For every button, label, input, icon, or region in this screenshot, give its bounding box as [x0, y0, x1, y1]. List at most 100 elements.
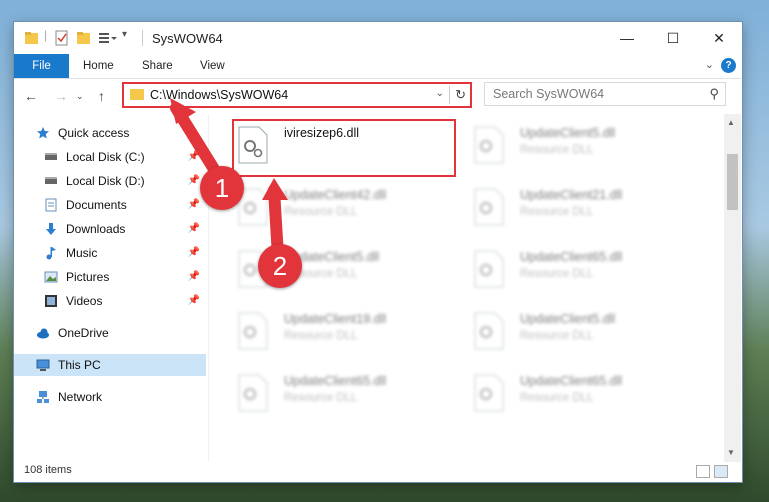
navigation-bar: ← → ⌄ ↑ C:\Windows\SysWOW64 ⌄ ↻ Search S… [14, 79, 742, 113]
file-name: UpdateClient5.dll [520, 126, 616, 140]
dll-file-icon [238, 374, 268, 412]
dll-file-icon [474, 312, 504, 350]
file-item[interactable]: UpdateClient65.dll Resource DLL [234, 370, 460, 426]
file-name: UpdateClient65.dll [520, 374, 623, 388]
pin-icon[interactable]: 📌 [188, 266, 200, 288]
forward-arrow-icon[interactable]: → [54, 88, 68, 104]
address-path[interactable]: C:\Windows\SysWOW64 [150, 88, 288, 102]
item-count: 108 items [24, 464, 72, 476]
tab-view[interactable]: View [200, 54, 225, 78]
dll-file-icon [474, 250, 504, 288]
large-icons-view-icon[interactable] [714, 465, 728, 478]
pin-icon[interactable]: 📌 [188, 194, 200, 216]
dll-file-icon [474, 374, 504, 412]
sidebar-item-local-disk-d[interactable]: Local Disk (D:) 📌 [14, 170, 206, 192]
file-name: UpdateClient5.dll [520, 312, 616, 326]
tab-file[interactable]: File [14, 54, 69, 78]
search-box[interactable]: Search SysWOW64 ⚲ [484, 82, 726, 106]
status-bar: 108 items [14, 462, 742, 482]
sidebar-item-downloads[interactable]: Downloads 📌 [14, 218, 206, 240]
pin-icon[interactable]: 📌 [188, 146, 200, 168]
ribbon: File Home Share View ⌄ ? [14, 54, 742, 79]
sidebar-item-label: This PC [58, 358, 101, 372]
file-type: Resource DLL [284, 392, 358, 404]
title-divider [142, 30, 143, 46]
file-type: Resource DLL [520, 206, 594, 218]
file-item[interactable]: UpdateClient5.dll Resource DLL [470, 308, 696, 364]
sidebar-item-videos[interactable]: Videos 📌 [14, 290, 206, 312]
address-dropdown-icon[interactable]: ⌄ [436, 88, 444, 99]
new-folder-icon[interactable] [76, 30, 92, 46]
sidebar-item-pictures[interactable]: Pictures 📌 [14, 266, 206, 288]
sidebar-item-label: Pictures [66, 270, 110, 284]
cloud-icon [37, 328, 49, 339]
documents-icon [45, 198, 57, 212]
sidebar-item-documents[interactable]: Documents 📌 [14, 194, 206, 216]
sidebar-item-this-pc[interactable]: This PC [14, 354, 206, 376]
file-type: Resource DLL [284, 206, 358, 218]
download-icon [46, 223, 56, 235]
folder-icon[interactable] [24, 30, 40, 46]
file-name: UpdateClient21.dll [520, 188, 623, 202]
file-type: Resource DLL [520, 330, 594, 342]
tab-home[interactable]: Home [83, 54, 114, 78]
help-icon[interactable]: ? [721, 58, 736, 73]
sidebar-item-local-disk-c[interactable]: Local Disk (C:) 📌 [14, 146, 206, 168]
step-badge-2: 2 [258, 244, 302, 288]
file-type: Resource DLL [520, 268, 594, 280]
search-input[interactable]: Search SysWOW64 [493, 87, 604, 101]
pin-icon[interactable]: 📌 [188, 218, 200, 240]
sidebar-item-label: Downloads [66, 222, 126, 236]
sidebar-item-music[interactable]: Music 📌 [14, 242, 206, 264]
sidebar-item-onedrive[interactable]: OneDrive [14, 322, 206, 344]
dropdown-chevron-icon[interactable]: ▾ [122, 29, 127, 45]
sidebar-item-label: Videos [66, 294, 103, 308]
sidebar-item-label: Network [58, 390, 103, 404]
file-item[interactable]: UpdateClient42.dll Resource DLL [234, 184, 460, 240]
title-bar: | ▾ SysWOW64 — ☐ ✕ [14, 22, 742, 54]
file-item[interactable]: UpdateClient21.dll Resource DLL [470, 184, 696, 240]
maximize-button[interactable]: ☐ [650, 22, 696, 54]
address-bar[interactable]: C:\Windows\SysWOW64 ⌄ ↻ [122, 82, 472, 108]
minimize-button[interactable]: — [604, 22, 650, 54]
search-icon[interactable]: ⚲ [709, 86, 719, 102]
file-item[interactable]: UpdateClient65.dll Resource DLL [470, 370, 696, 426]
file-item[interactable]: UpdateClient19.dll Resource DLL [234, 308, 460, 364]
dll-file-icon [474, 188, 504, 226]
sidebar-item-quick-access[interactable]: Quick access [14, 122, 206, 144]
address-divider [449, 86, 450, 104]
pane-divider [208, 114, 209, 462]
file-name: UpdateClient65.dll [520, 250, 623, 264]
close-button[interactable]: ✕ [696, 22, 742, 54]
recent-locations-chevron-icon[interactable]: ⌄ [76, 91, 84, 102]
file-highlight-box [232, 119, 456, 177]
file-item[interactable]: UpdateClient65.dll Resource DLL [470, 246, 696, 302]
scroll-thumb[interactable] [727, 154, 738, 210]
back-arrow-icon[interactable]: ← [24, 88, 38, 104]
tab-share[interactable]: Share [142, 54, 173, 78]
sidebar-item-network[interactable]: Network [14, 386, 206, 408]
step-badge-1: 1 [200, 166, 244, 210]
up-arrow-icon[interactable]: ↑ [98, 88, 105, 104]
close-icon: ✕ [713, 29, 725, 46]
file-name: UpdateClient65.dll [284, 374, 387, 388]
scroll-down-icon[interactable]: ▼ [727, 448, 735, 457]
expand-ribbon-icon[interactable]: ⌄ [705, 58, 714, 71]
sidebar-item-label: Quick access [58, 126, 130, 140]
sidebar-item-label: Local Disk (C:) [66, 150, 145, 164]
details-view-icon[interactable] [696, 465, 710, 478]
vertical-scrollbar[interactable]: ▲ ▼ [724, 114, 741, 462]
scroll-up-icon[interactable]: ▲ [727, 118, 735, 127]
pin-icon[interactable]: 📌 [188, 242, 200, 264]
file-item[interactable]: UpdateClient5.dll Resource DLL [470, 122, 696, 178]
pin-icon[interactable]: 📌 [188, 170, 200, 192]
properties-icon[interactable] [54, 30, 70, 46]
pictures-icon [44, 271, 58, 283]
drive-icon [45, 177, 57, 184]
title-separator-icon: | [44, 28, 48, 42]
customize-toolbar-icon[interactable] [98, 30, 118, 46]
navigation-pane: Quick access Local Disk (C:) 📌 Local Dis… [14, 114, 208, 462]
refresh-icon[interactable]: ↻ [455, 87, 466, 103]
maximize-icon: ☐ [666, 29, 680, 46]
pin-icon[interactable]: 📌 [188, 290, 200, 312]
